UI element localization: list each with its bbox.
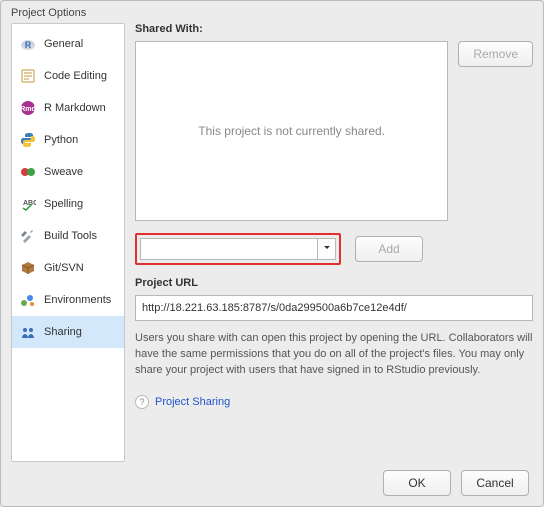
cancel-button[interactable]: Cancel — [461, 470, 529, 496]
package-icon — [20, 260, 36, 276]
svg-text:Rmd: Rmd — [20, 106, 36, 113]
sidebar-item-rmarkdown[interactable]: Rmd R Markdown — [12, 92, 124, 124]
sidebar-item-label: General — [44, 38, 83, 50]
sweave-icon — [20, 164, 36, 180]
sharing-icon — [20, 324, 36, 340]
sidebar-item-label: Python — [44, 134, 78, 146]
combobox-dropdown-button[interactable] — [317, 239, 335, 259]
project-options-window: Project Options R General Code Editing R… — [0, 0, 544, 507]
python-icon — [20, 132, 36, 148]
dialog-footer: OK Cancel — [383, 470, 529, 496]
add-user-row: Add — [135, 233, 533, 265]
sidebar-item-label: Spelling — [44, 198, 83, 210]
sidebar-item-label: Sweave — [44, 166, 83, 178]
sidebar-item-label: Build Tools — [44, 230, 97, 242]
sidebar-item-label: Sharing — [44, 326, 82, 338]
shared-with-label: Shared With: — [135, 23, 533, 35]
svg-text:R: R — [25, 40, 32, 50]
sidebar-item-code-editing[interactable]: Code Editing — [12, 60, 124, 92]
sidebar: R General Code Editing Rmd R Markdown — [11, 23, 125, 462]
chevron-down-icon — [323, 243, 331, 255]
sidebar-item-sweave[interactable]: Sweave — [12, 156, 124, 188]
sidebar-item-label: R Markdown — [44, 102, 106, 114]
r-icon: R — [20, 36, 36, 52]
spelling-icon: ABC — [20, 196, 36, 212]
sidebar-item-label: Git/SVN — [44, 262, 84, 274]
tools-icon — [20, 228, 36, 244]
project-url-field[interactable] — [135, 295, 533, 321]
highlight-box — [135, 233, 341, 265]
main-panel: Shared With: This project is not current… — [135, 23, 533, 462]
user-combobox-input[interactable] — [141, 239, 317, 259]
sidebar-item-git-svn[interactable]: Git/SVN — [12, 252, 124, 284]
sidebar-item-sharing[interactable]: Sharing — [12, 316, 124, 348]
shared-empty-text: This project is not currently shared. — [198, 124, 385, 138]
sidebar-item-spelling[interactable]: ABC Spelling — [12, 188, 124, 220]
sidebar-item-python[interactable]: Python — [12, 124, 124, 156]
user-combobox[interactable] — [140, 238, 336, 260]
content-area: R General Code Editing Rmd R Markdown — [1, 23, 543, 472]
help-link-label: Project Sharing — [155, 396, 230, 408]
project-sharing-help-link[interactable]: ? Project Sharing — [135, 395, 533, 409]
environments-icon — [20, 292, 36, 308]
shared-with-list[interactable]: This project is not currently shared. — [135, 41, 448, 221]
sidebar-item-label: Code Editing — [44, 70, 107, 82]
sidebar-item-build-tools[interactable]: Build Tools — [12, 220, 124, 252]
sidebar-item-environments[interactable]: Environments — [12, 284, 124, 316]
sidebar-item-label: Environments — [44, 294, 111, 306]
shared-row: This project is not currently shared. Re… — [135, 41, 533, 221]
code-icon — [20, 68, 36, 84]
window-title: Project Options — [1, 1, 543, 23]
rmarkdown-icon: Rmd — [20, 100, 36, 116]
add-button[interactable]: Add — [355, 236, 423, 262]
sidebar-item-general[interactable]: R General — [12, 28, 124, 60]
help-text: Users you share with can open this proje… — [135, 331, 533, 379]
project-url-label: Project URL — [135, 277, 533, 289]
help-icon: ? — [135, 395, 149, 409]
ok-button[interactable]: OK — [383, 470, 451, 496]
remove-button[interactable]: Remove — [458, 41, 533, 67]
